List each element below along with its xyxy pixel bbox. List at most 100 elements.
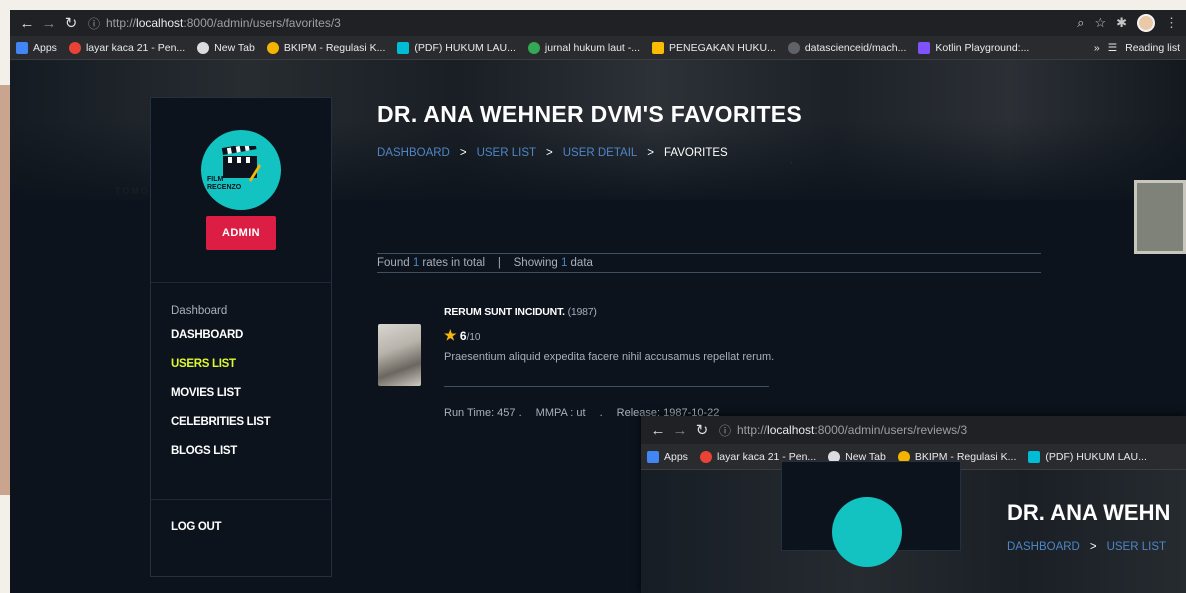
logout-link[interactable]: LOG OUT (171, 521, 222, 533)
bookmarks-overflow-button[interactable]: » (1094, 42, 1100, 54)
apps-grid-icon (16, 41, 28, 54)
logo-text: FILM RECENZO (207, 176, 242, 191)
bookmark-label: datascienceid/mach... (804, 41, 907, 54)
site-favicon-icon (652, 41, 665, 54)
back-arrow-icon[interactable]: ← (16, 15, 38, 32)
breadcrumb: DASHBOARD > USER LIST > USER DETAIL > FA… (377, 147, 728, 159)
researchgate-icon (397, 41, 410, 54)
film-recenzo-logo[interactable] (832, 497, 902, 567)
info-icon[interactable]: ⓘ (88, 15, 106, 32)
address-bar[interactable]: ⓘ http://localhost:8000/admin/users/favo… (88, 13, 1077, 33)
rating-max: /10 (466, 332, 481, 343)
page-title: DR. ANA WEHN (1007, 500, 1171, 525)
sidebar-divider (151, 282, 331, 283)
bookmark-apps[interactable]: Apps (16, 41, 57, 54)
bookmark-label: (PDF) HUKUM LAU... (1045, 450, 1147, 463)
bookmark-label: Apps (33, 41, 57, 54)
summary-text: Showing (513, 257, 561, 269)
kotlin-icon (918, 41, 931, 54)
breadcrumb-dashboard[interactable]: DASHBOARD (1007, 541, 1080, 553)
bookmark-label: layar kaca 21 - Pen... (85, 41, 186, 54)
breadcrumb-user-list[interactable]: USER LIST (1107, 541, 1166, 553)
breadcrumb-separator: > (546, 147, 553, 159)
menu-kebab-icon[interactable]: ⋮ (1165, 15, 1178, 31)
reading-list-label[interactable]: Reading list (1125, 42, 1180, 54)
run-time: Run Time: 457 . (444, 407, 522, 419)
bookmark-star-icon[interactable]: ☆ (1094, 15, 1106, 31)
overlapping-browser-window: ← → ↻ ⓘ http://localhost:8000/admin/user… (641, 416, 1186, 593)
forward-arrow-icon[interactable]: → (669, 422, 691, 439)
chrome-icon (197, 41, 210, 54)
summary-text: rates in total (419, 257, 486, 269)
sidebar-item-users-list[interactable]: USERS LIST (171, 358, 236, 370)
movie-description: Praesentium aliquid expedita facere nihi… (444, 351, 775, 363)
film-recenzo-logo[interactable]: FILM RECENZO (201, 130, 281, 210)
bookmarks-bar: Apps layar kaca 21 - Pen... New Tab BKIP… (10, 36, 1186, 60)
info-icon[interactable]: ⓘ (719, 422, 737, 439)
bookmark-item[interactable]: datascienceid/mach... (787, 41, 907, 54)
address-bar[interactable]: ⓘ http://localhost:8000/admin/users/revi… (719, 420, 1186, 440)
admin-button[interactable]: ADMIN (206, 216, 276, 250)
bookmark-item[interactable]: (PDF) HUKUM LAU... (1028, 450, 1147, 463)
url-host: localhost (136, 16, 184, 30)
meta-separator: . (599, 407, 603, 419)
sidebar-item-blogs-list[interactable]: BLOGS LIST (171, 445, 237, 457)
bookmark-item[interactable]: New Tab (197, 41, 255, 54)
mmpa-rating: MMPA : ut (535, 407, 586, 419)
bookmark-item[interactable]: (PDF) HUKUM LAU... (397, 41, 516, 54)
breadcrumb-separator: > (1089, 541, 1097, 553)
reload-icon[interactable]: ↻ (60, 14, 82, 32)
sidebar-item-dashboard[interactable]: DASHBOARD (171, 329, 243, 341)
bookmark-item[interactable]: Kotlin Playground:... (918, 41, 1030, 54)
forward-arrow-icon[interactable]: → (38, 15, 60, 32)
breadcrumb-user-list[interactable]: USER LIST (477, 147, 536, 159)
site-favicon-icon (527, 41, 540, 54)
profile-avatar[interactable] (1137, 14, 1155, 32)
zoom-icon[interactable]: ⌕ (1077, 15, 1084, 31)
movie-divider (444, 386, 769, 387)
summary-text: Found (377, 257, 413, 269)
movie-title[interactable]: RERUM SUNT INCIDUNT. (444, 306, 565, 318)
url-path: :8000/admin/users/reviews/3 (814, 423, 968, 437)
sidebar-item-celebrities-list[interactable]: CELEBRITIES LIST (171, 416, 271, 428)
back-arrow-icon[interactable]: ← (647, 422, 669, 439)
reload-icon[interactable]: ↻ (691, 421, 713, 439)
sidebar-caption: Dashboard (171, 305, 228, 317)
sidebar-item-movies-list[interactable]: MOVIES LIST (171, 387, 241, 399)
sidebar: FILM RECENZO ADMIN Dashboard DASHBOARD U… (150, 97, 332, 577)
bookmark-label: BKIPM - Regulasi K... (283, 41, 386, 54)
sidebar-divider (151, 499, 331, 500)
bookmark-label: Apps (664, 450, 688, 463)
url-prefix: http:// (737, 423, 768, 437)
sidebar (781, 461, 961, 567)
bookmark-item[interactable]: BKIPM - Regulasi K... (266, 41, 386, 54)
movie-year: (1987) (567, 306, 597, 318)
breadcrumb-user-detail[interactable]: USER DETAIL (563, 147, 638, 159)
url-host: localhost (767, 423, 815, 437)
bookmark-label: Kotlin Playground:... (935, 41, 1030, 54)
breadcrumb-current: FAVORITES (664, 147, 728, 159)
page-title: DR. ANA WEHNER DVM'S FAVORITES (377, 101, 803, 127)
github-icon (787, 41, 800, 54)
bookmark-label: (PDF) HUKUM LAU... (414, 41, 516, 54)
browser-toolbar: ← → ↻ ⓘ http://localhost:8000/admin/user… (10, 10, 1186, 36)
movie-title-link[interactable]: RERUM SUNT INCIDUNT. (1987) (444, 306, 597, 318)
breadcrumb-separator: > (647, 147, 655, 159)
site-favicon-icon (266, 41, 279, 54)
summary-divider: | (497, 257, 501, 269)
bookmark-item[interactable]: layar kaca 21 - Pen... (68, 41, 186, 54)
reading-list-icon[interactable]: ☰ (1108, 42, 1117, 54)
movie-poster[interactable] (378, 324, 421, 386)
bookmark-apps[interactable]: Apps (647, 450, 688, 463)
bookmark-item[interactable]: jurnal hukum laut -... (527, 41, 641, 54)
bookmark-label: New Tab (214, 41, 255, 54)
url-prefix: http:// (106, 16, 137, 30)
browser-toolbar: ← → ↻ ⓘ http://localhost:8000/admin/user… (641, 416, 1186, 444)
breadcrumb-dashboard[interactable]: DASHBOARD (377, 147, 450, 159)
url-path: :8000/admin/users/favorites/3 (183, 16, 341, 30)
bookmark-label: PENEGAKAN HUKU... (669, 41, 776, 54)
side-thumbnail (1134, 180, 1186, 254)
extensions-icon[interactable]: ✱ (1116, 15, 1127, 31)
bookmark-item[interactable]: PENEGAKAN HUKU... (652, 41, 776, 54)
bookmark-label: jurnal hukum laut -... (544, 41, 641, 54)
